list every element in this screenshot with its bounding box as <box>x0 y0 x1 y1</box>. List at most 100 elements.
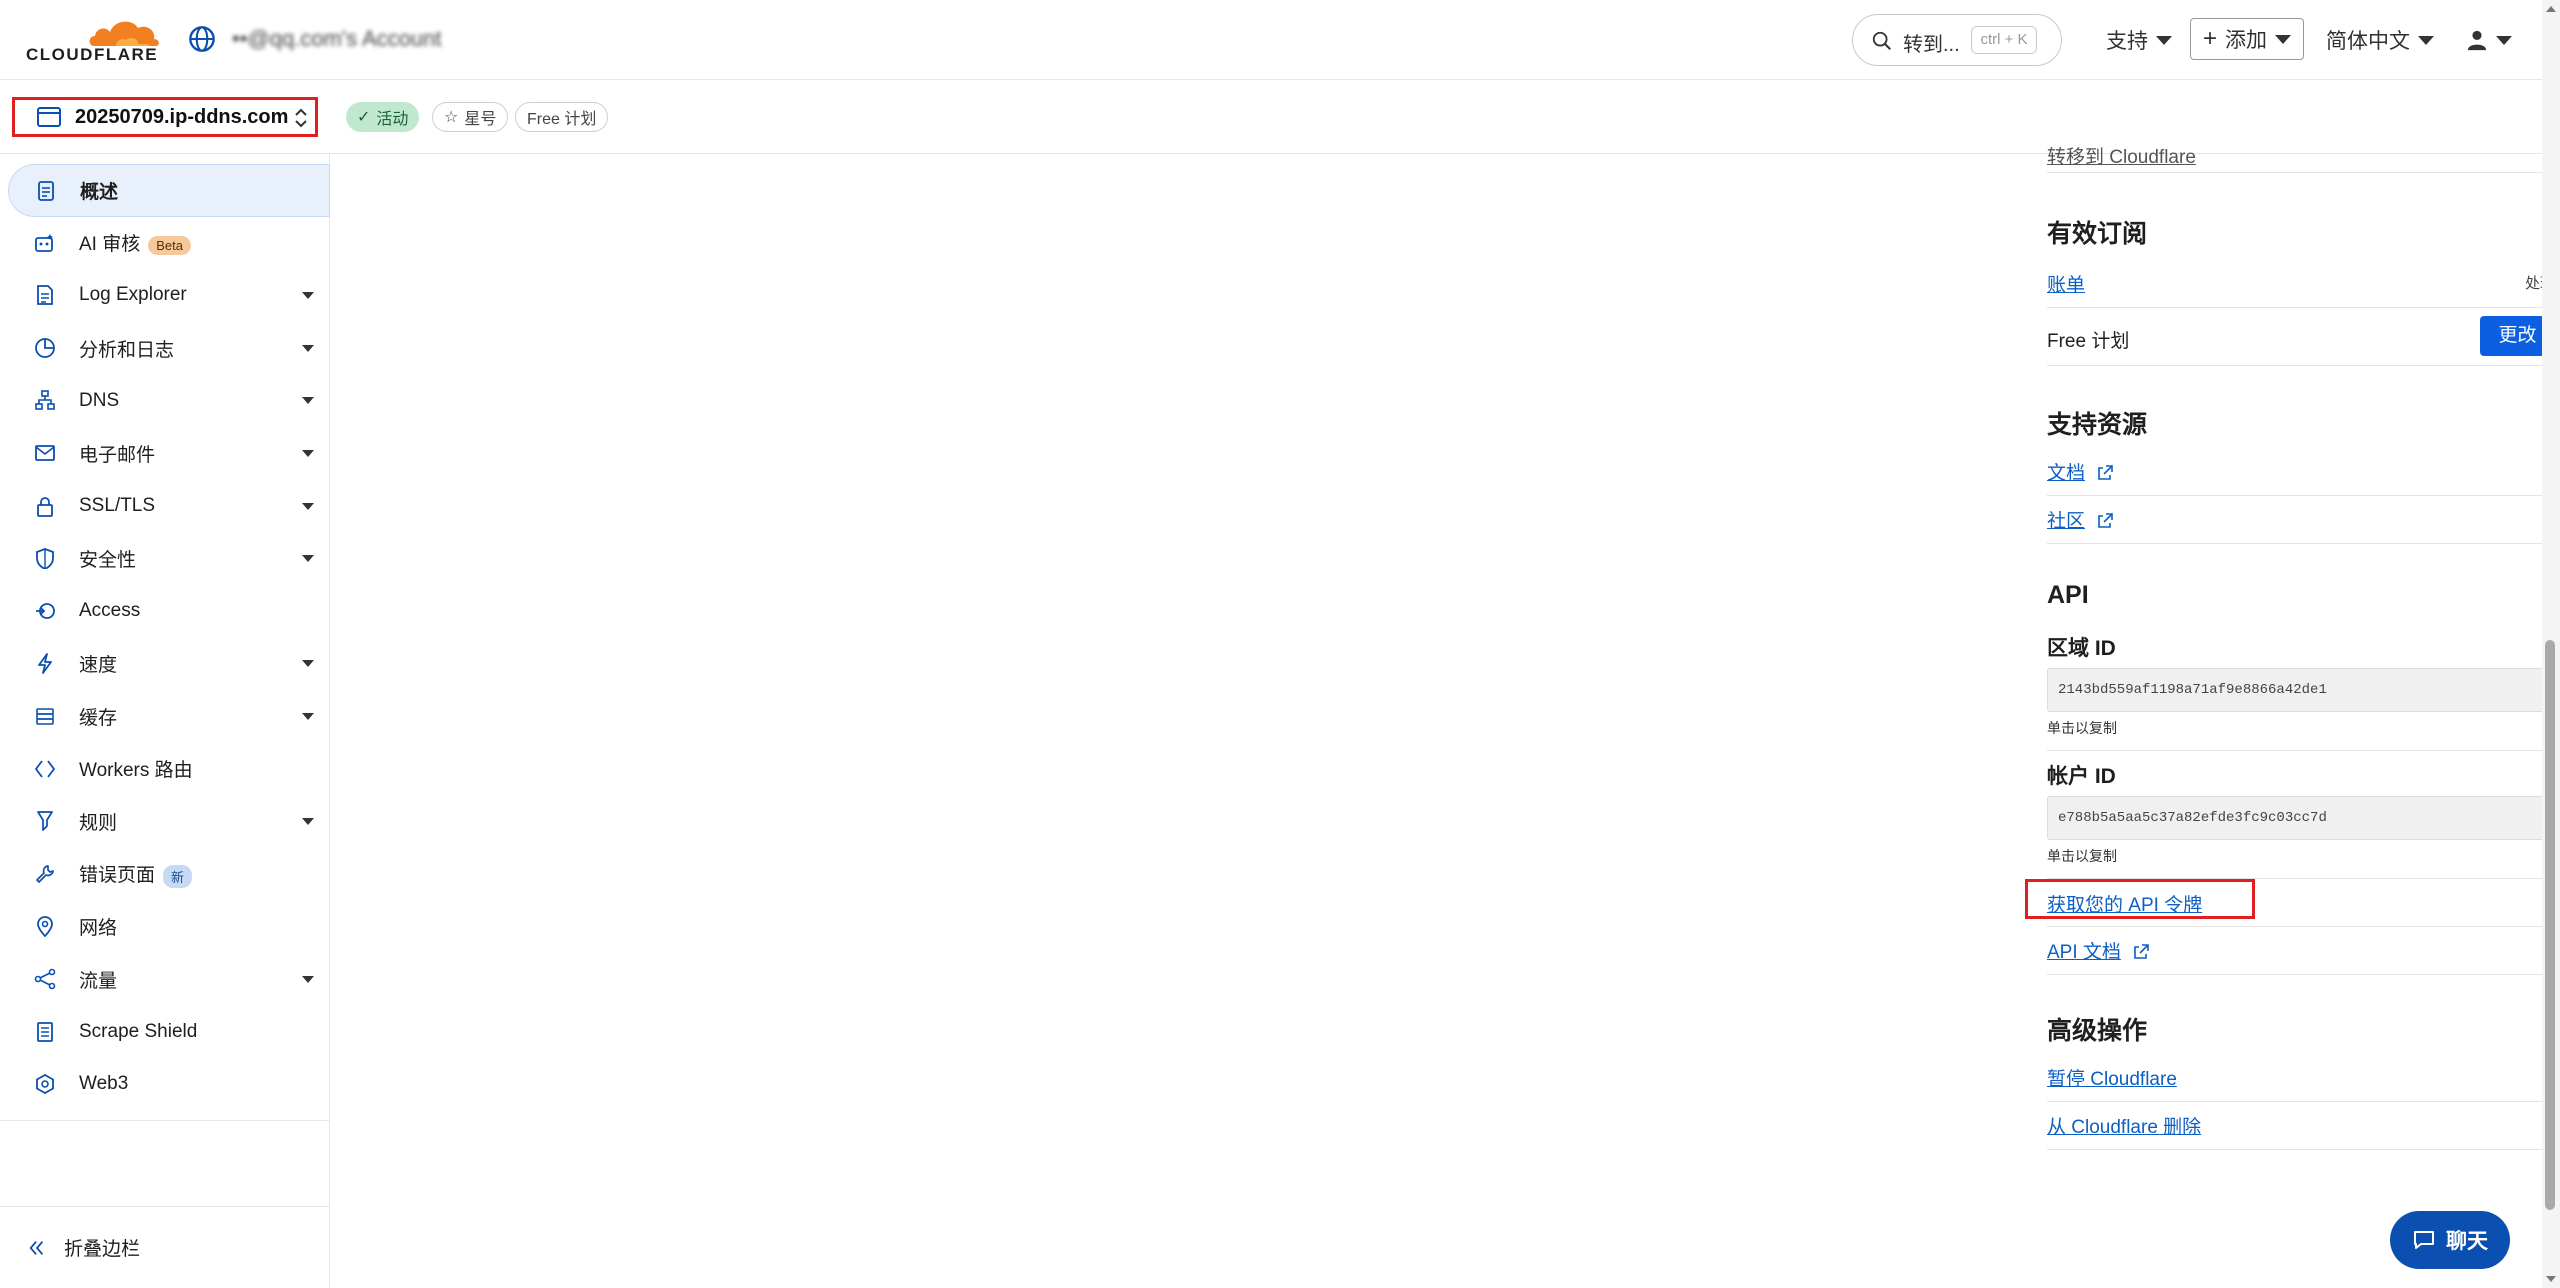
sidebar-item[interactable]: SSL/TLS <box>8 480 330 533</box>
sidebar-item[interactable]: 流量 <box>8 953 330 1006</box>
sidebar-item[interactable]: 安全性 <box>8 532 330 585</box>
globe-icon[interactable] <box>188 25 216 53</box>
scroll-down-arrow-icon[interactable] <box>2546 1276 2556 1282</box>
sidebar-item-label: 概述 <box>80 177 118 204</box>
workers-icon <box>34 759 56 778</box>
external-link-icon <box>2098 513 2114 528</box>
sidebar-item[interactable]: 概述 <box>8 164 330 217</box>
sidebar-item[interactable]: DNS <box>8 374 330 427</box>
search-box[interactable]: 转到... ctrl + K <box>1852 14 2062 66</box>
sidebar-item-label: DNS <box>79 390 119 412</box>
language-label: 简体中文 <box>2326 30 2410 53</box>
shield-icon <box>36 548 54 570</box>
main-content: 转移到 Cloudflare 有效订阅 账单 处理 Free 计划 更改 支持资… <box>331 147 2555 1288</box>
zone-id-field[interactable]: 2143bd559af1198a71af9e8866a42de1 <box>2047 668 2555 712</box>
collapse-label: 折叠边栏 <box>64 1239 141 1260</box>
account-id-field[interactable]: e788b5a5aa5c37a82efde3fc9c03cc7d <box>2047 796 2555 840</box>
sidebar-divider <box>0 1120 330 1121</box>
community-link[interactable]: 社区 <box>2047 511 2085 532</box>
scroll-up-arrow-icon[interactable] <box>2546 6 2556 12</box>
cache-icon <box>36 708 54 725</box>
pause-row: 暂停 Cloudflare <box>2047 1054 2555 1102</box>
account-id-label: 帐户 ID <box>2047 765 2116 788</box>
chevron-down-icon <box>2156 35 2172 45</box>
billing-link[interactable]: 账单 <box>2047 270 2085 297</box>
zone-status-badge: ✓ 活动 <box>346 102 420 132</box>
sidebar: 概述 AI 审核 Beta Log Explorer 分析和日志 DNS 电子邮件 SSL/T… <box>0 154 330 1288</box>
brand-name: CLOUDFLARE <box>26 45 159 64</box>
remove-from-cloudflare-link[interactable]: 从 Cloudflare 删除 <box>2047 1112 2201 1139</box>
chevron-down-icon <box>302 292 314 300</box>
advanced-actions-heading: 高级操作 <box>2047 1017 2148 1045</box>
up-down-chevron-icon <box>295 108 307 128</box>
sidebar-item-text: 错误页面 <box>79 865 156 887</box>
pause-cloudflare-link[interactable]: 暂停 Cloudflare <box>2047 1064 2177 1091</box>
sidebar-item[interactable]: 分析和日志 <box>8 322 330 375</box>
plan-label: Free 计划 <box>527 111 597 128</box>
subscription-heading: 有效订阅 <box>2047 220 2148 248</box>
sidebar-item[interactable]: 速度 <box>8 637 330 690</box>
access-icon <box>36 602 55 619</box>
docs-row: 文档 <box>2047 448 2555 496</box>
sidebar-item[interactable]: AI 审核 Beta <box>8 217 330 270</box>
language-menu-button[interactable]: 简体中文 <box>2326 14 2434 66</box>
rules-icon <box>37 811 53 831</box>
add-button[interactable]: + 添加 <box>2190 18 2305 60</box>
remove-row: 从 Cloudflare 删除 <box>2047 1102 2555 1150</box>
plus-icon: + <box>2203 25 2218 52</box>
collapse-sidebar-button[interactable]: 折叠边栏 <box>28 1234 140 1261</box>
account-name[interactable]: ••@qq.com's Account <box>232 26 441 52</box>
support-menu-button[interactable]: 支持 <box>2106 14 2172 66</box>
cloudflare-logo[interactable]: CLOUDFLARE <box>24 14 164 64</box>
chat-label: 聊天 <box>2446 1230 2488 1253</box>
support-resources-heading: 支持资源 <box>2047 411 2148 439</box>
sidebar-item-label: 速度 <box>79 650 117 677</box>
dns-icon <box>35 390 55 411</box>
star-button[interactable]: ☆ 星号 <box>432 102 509 132</box>
api-heading: API <box>2047 581 2089 609</box>
sidebar-item-label: 缓存 <box>79 703 117 730</box>
search-placeholder: 转到... <box>1903 34 1960 56</box>
sidebar-item-text: 分析和日志 <box>79 339 175 361</box>
docs-link-wrap[interactable]: 文档 <box>2047 458 2114 485</box>
docs-link[interactable]: 文档 <box>2047 463 2085 484</box>
sidebar-item-text: 网络 <box>79 918 118 940</box>
sidebar-item-label: 网络 <box>79 913 117 940</box>
sidebar-item[interactable]: Log Explorer <box>8 269 330 322</box>
sidebar-item[interactable]: Workers 路由 <box>8 743 330 796</box>
sidebar-item-label: SSL/TLS <box>79 495 155 517</box>
cloud-logo-icon <box>89 21 159 46</box>
check-icon: ✓ <box>357 109 371 126</box>
sidebar-item[interactable]: 规则 <box>8 795 330 848</box>
community-row: 社区 <box>2047 496 2555 544</box>
search-icon <box>1872 31 1891 50</box>
api-docs-link-wrap[interactable]: API 文档 <box>2047 937 2150 964</box>
highlight-box <box>2025 879 2255 919</box>
sidebar-item[interactable]: 错误页面新 <box>8 848 330 901</box>
community-link-wrap[interactable]: 社区 <box>2047 506 2114 533</box>
sidebar-item-text: AI 审核 <box>79 234 141 256</box>
sidebar-item[interactable]: 网络 <box>8 900 330 953</box>
external-link-icon <box>2098 465 2114 480</box>
sidebar-item[interactable]: Access <box>8 585 330 638</box>
sidebar-item-text: Web3 <box>79 1073 129 1095</box>
plan-name: Free 计划 <box>2047 331 2130 352</box>
scrollbar-thumb[interactable] <box>2545 640 2555 1210</box>
sidebar-item-label: 流量 <box>79 966 117 993</box>
user-menu-button[interactable] <box>2466 14 2512 66</box>
sidebar-divider <box>0 1206 330 1207</box>
zone-id-copy-hint: 单击以复制 <box>2047 720 2117 736</box>
zone-name: 20250709.ip-ddns.com <box>75 105 289 128</box>
sidebar-item[interactable]: Scrape Shield <box>8 1006 330 1059</box>
add-label: 添加 <box>2225 29 2268 52</box>
api-docs-link[interactable]: API 文档 <box>2047 942 2121 963</box>
chat-button[interactable]: 聊天 <box>2390 1211 2510 1269</box>
chevron-down-icon <box>302 712 314 720</box>
api-docs-row: API 文档 <box>2047 927 2555 975</box>
zone-selector[interactable]: 20250709.ip-ddns.com <box>12 97 318 137</box>
sidebar-item[interactable]: 电子邮件 <box>8 427 330 480</box>
sidebar-item[interactable]: Web3 <box>8 1058 330 1111</box>
user-icon <box>2467 30 2487 51</box>
scrollbar[interactable] <box>2542 0 2560 1288</box>
sidebar-item[interactable]: 缓存 <box>8 690 330 743</box>
